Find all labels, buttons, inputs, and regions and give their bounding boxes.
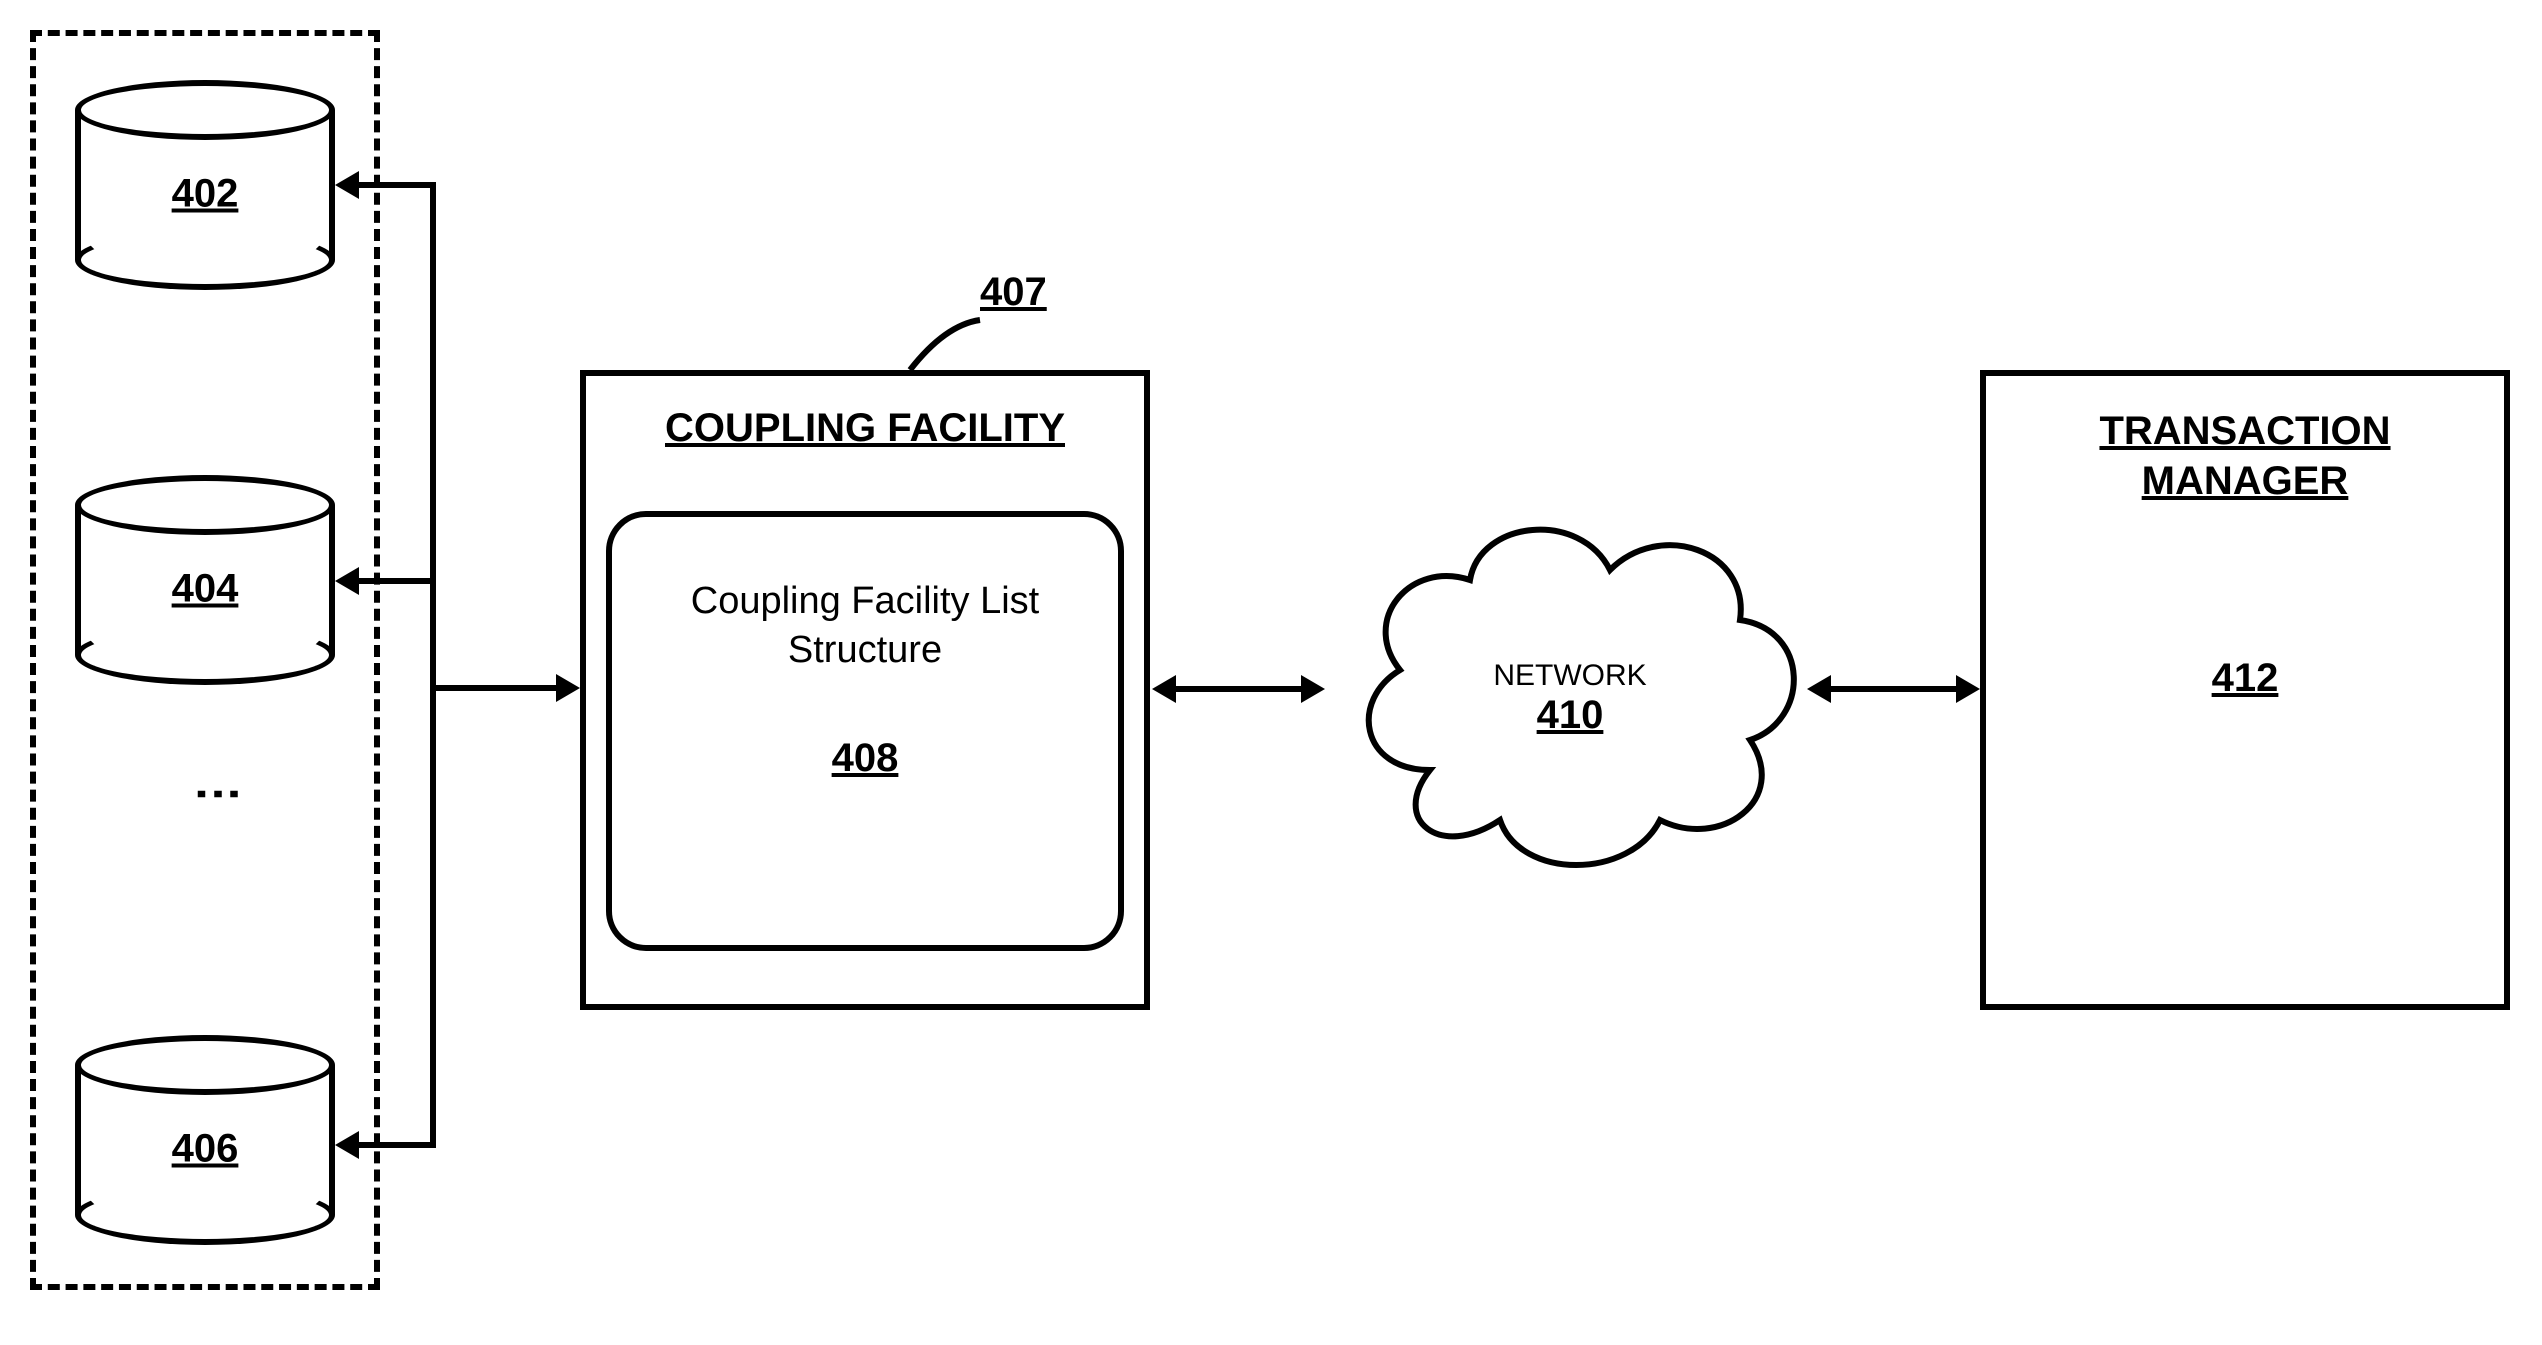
db-connector-trunk [430, 182, 436, 1147]
ellipsis-icon: ⋮ [190, 770, 246, 826]
network-label-text: NETWORK [1320, 659, 1820, 693]
db-ref-404: 404 [75, 567, 335, 612]
coupling-facility-box: COUPLING FACILITY Coupling Facility List… [580, 370, 1150, 1010]
db-ref-402: 402 [75, 172, 335, 217]
db-ref-406: 406 [75, 1127, 335, 1172]
arrowhead-nt-right [1956, 675, 1980, 703]
branch-to-402 [358, 182, 436, 188]
coupling-inner-text: Coupling Facility List Structure [642, 577, 1088, 676]
coupling-inner-box: Coupling Facility List Structure 408 [606, 511, 1124, 951]
branch-to-406 [358, 1142, 436, 1148]
diagram-canvas: 402 404 ⋮ 406 COUPLING FACILITY Coupling… [0, 0, 2542, 1345]
txn-manager-box: TRANSACTION MANAGER 412 [1980, 370, 2510, 1010]
db-cylinder-402: 402 [75, 80, 335, 290]
arrowhead-nt-left [1807, 675, 1831, 703]
coupling-to-network-line [1175, 686, 1305, 692]
txn-title: TRANSACTION MANAGER [2006, 406, 2484, 506]
arrowhead-cn-left [1152, 675, 1176, 703]
coupling-inner-ref: 408 [642, 736, 1088, 781]
network-cloud: NETWORK 410 [1320, 470, 1820, 890]
arrowhead-404 [335, 567, 359, 595]
db-cylinder-404: 404 [75, 475, 335, 685]
network-to-txn-line [1830, 686, 1960, 692]
callout-407-leader [905, 315, 985, 375]
db-to-coupling-line [430, 685, 560, 691]
network-label-group: NETWORK 410 [1320, 659, 1820, 738]
arrowhead-402 [335, 171, 359, 199]
callout-407: 407 [980, 270, 1047, 315]
arrowhead-to-coupling [556, 674, 580, 702]
arrowhead-406 [335, 1131, 359, 1159]
db-cylinder-406: 406 [75, 1035, 335, 1245]
network-ref: 410 [1320, 693, 1820, 738]
branch-to-404 [358, 578, 436, 584]
coupling-title: COUPLING FACILITY [606, 406, 1124, 451]
txn-ref: 412 [2006, 656, 2484, 701]
